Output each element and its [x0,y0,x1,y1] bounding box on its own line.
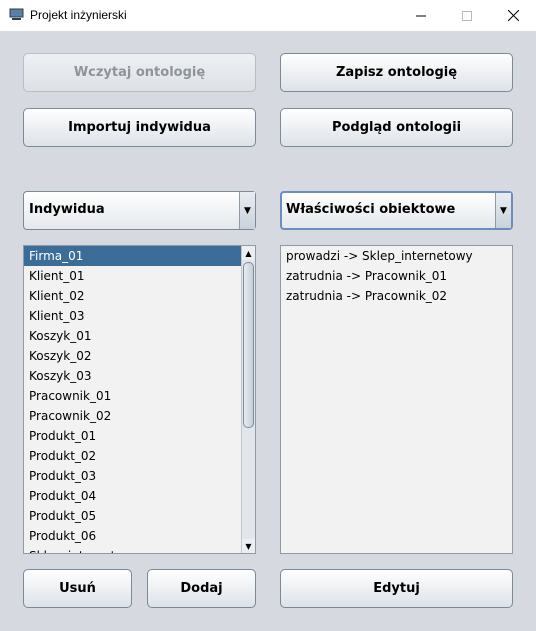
window-title: Projekt inżynierski [30,8,127,22]
properties-list[interactable]: prowadzi -> Sklep_internetowy zatrudnia -… [280,245,513,554]
list-item[interactable]: Koszyk_02 [24,346,255,366]
list-item[interactable]: Pracownik_02 [24,406,255,426]
list-item[interactable]: Firma_01 [24,246,255,266]
list-item[interactable]: Klient_02 [24,286,255,306]
list-item[interactable]: Produkt_01 [24,426,255,446]
chevron-down-icon[interactable]: ▼ [495,193,511,228]
individuals-list[interactable]: Firma_01 Klient_01 Klient_02 Klient_03 Koszy… [23,245,256,554]
list-item[interactable]: Pracownik_01 [24,386,255,406]
title-bar: Projekt inżynierski [0,0,536,31]
scroll-up-icon[interactable]: ▲ [242,246,255,260]
property-type-value: Właściwości obiektowe [286,202,456,217]
properties-items: prowadzi -> Sklep_internetowy zatrudnia -… [281,246,512,306]
list-item[interactable]: zatrudnia -> Pracownik_02 [281,286,512,306]
main-panel: Wczytaj ontologię Zapisz ontologię Impor… [0,31,536,631]
individuals-items: Firma_01 Klient_01 Klient_02 Klient_03 Koszy… [24,246,255,553]
list-item[interactable]: prowadzi -> Sklep_internetowy [281,246,512,266]
list-item[interactable]: Produkt_06 [24,526,255,546]
preview-ontology-button[interactable]: Podgląd ontologii [280,108,513,147]
load-ontology-button: Wczytaj ontologię [23,53,256,92]
add-button[interactable]: Dodaj [147,569,256,608]
list-item[interactable]: Produkt_04 [24,486,255,506]
individuals-scrollbar[interactable]: ▲ ▼ [241,246,255,553]
scroll-down-icon[interactable]: ▼ [242,539,255,553]
list-item[interactable]: Sklep_internetowy [24,546,255,553]
close-button[interactable] [490,0,536,31]
list-item[interactable]: zatrudnia -> Pracownik_01 [281,266,512,286]
scroll-thumb[interactable] [243,262,254,428]
list-item[interactable]: Produkt_05 [24,506,255,526]
save-ontology-button[interactable]: Zapisz ontologię [280,53,513,92]
edit-button[interactable]: Edytuj [280,569,513,608]
list-item[interactable]: Klient_01 [24,266,255,286]
maximize-button [444,0,490,31]
app-icon [9,8,24,20]
minimize-icon [416,15,426,16]
minimize-button[interactable] [398,0,444,31]
remove-button[interactable]: Usuń [23,569,132,608]
chevron-down-icon[interactable]: ▼ [239,192,255,229]
individuals-type-value: Indywidua [29,202,105,217]
property-type-select[interactable]: Właściwości obiektowe ▼ [280,191,513,230]
individuals-type-select[interactable]: Indywidua ▼ [23,191,256,230]
list-item[interactable]: Produkt_03 [24,466,255,486]
maximize-icon [462,10,472,21]
list-item[interactable]: Produkt_02 [24,446,255,466]
import-individuals-button[interactable]: Importuj indywidua [23,108,256,147]
list-item[interactable]: Klient_03 [24,306,255,326]
list-item[interactable]: Koszyk_03 [24,366,255,386]
list-item[interactable]: Koszyk_01 [24,326,255,346]
close-icon [507,10,519,21]
